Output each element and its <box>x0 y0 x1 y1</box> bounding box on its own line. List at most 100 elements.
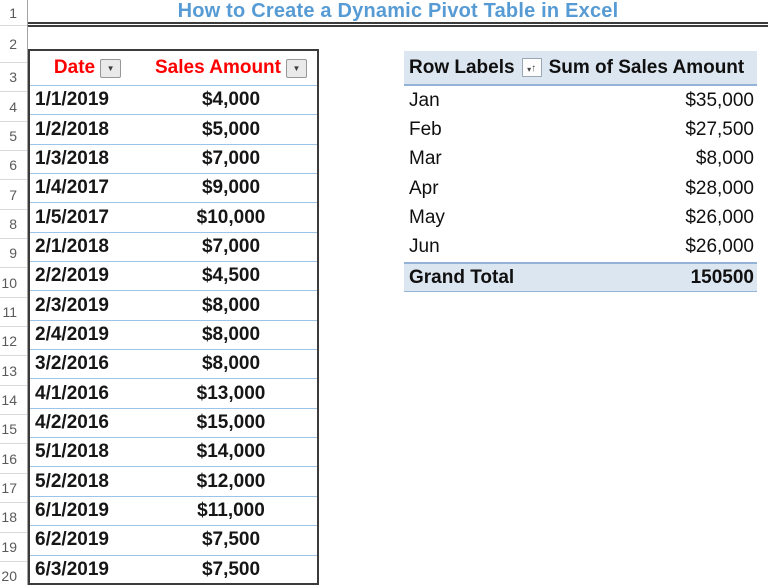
pivot-row-value-cell[interactable]: $26,000 <box>534 236 757 258</box>
date-cell[interactable]: 5/1/2018 <box>30 441 145 463</box>
pivot-row-label-cell[interactable]: Jan <box>404 90 534 112</box>
amount-cell[interactable]: $8,000 <box>145 324 317 346</box>
pivot-row-value-cell[interactable]: $27,500 <box>534 119 757 141</box>
date-header-cell[interactable]: Date ▼ <box>30 51 145 85</box>
pivot-row-value-cell[interactable]: $26,000 <box>534 207 757 229</box>
amount-cell[interactable]: $12,000 <box>145 471 317 493</box>
amount-cell[interactable]: $11,000 <box>145 500 317 522</box>
date-cell[interactable]: 4/1/2016 <box>30 383 145 405</box>
sort-ascending-icon: ↑ <box>531 64 536 74</box>
row-number[interactable]: 2 <box>0 26 27 63</box>
amount-cell[interactable]: $7,000 <box>145 236 317 258</box>
date-cell[interactable]: 2/1/2018 <box>30 236 145 258</box>
date-cell[interactable]: 1/1/2019 <box>30 89 145 111</box>
sales-amount-filter-button[interactable]: ▼ <box>286 59 307 78</box>
table-row: 6/3/2019 $7,500 <box>30 556 317 585</box>
pivot-row-label-cell[interactable]: Feb <box>404 119 534 141</box>
date-cell[interactable]: 6/2/2019 <box>30 529 145 551</box>
row-number[interactable]: 16 <box>0 444 27 473</box>
table-row: 6/2/2019 $7,500 <box>30 526 317 555</box>
row-number[interactable]: 12 <box>0 327 27 356</box>
date-cell[interactable]: 4/2/2016 <box>30 412 145 434</box>
sum-of-sales-header[interactable]: Sum of Sales Amount <box>549 57 745 79</box>
row-number[interactable]: 18 <box>0 503 27 532</box>
pivot-row-value-cell[interactable]: $35,000 <box>534 90 757 112</box>
row-number[interactable]: 4 <box>0 92 27 121</box>
row-number[interactable]: 5 <box>0 122 27 151</box>
amount-cell[interactable]: $10,000 <box>145 207 317 229</box>
row-labels-header[interactable]: Row Labels <box>409 57 515 79</box>
amount-cell[interactable]: $7,500 <box>145 529 317 551</box>
table-row: 1/3/2018 $7,000 <box>30 145 317 174</box>
pivot-row-label-cell[interactable]: May <box>404 207 534 229</box>
date-cell[interactable]: 5/2/2018 <box>30 471 145 493</box>
date-cell[interactable]: 1/2/2018 <box>30 119 145 141</box>
table-row: 2/2/2019 $4,500 <box>30 262 317 291</box>
pivot-row: Feb $27,500 <box>404 115 757 144</box>
table-row: 2/1/2018 $7,000 <box>30 233 317 262</box>
row-number[interactable]: 8 <box>0 210 27 239</box>
amount-cell[interactable]: $7,500 <box>145 559 317 581</box>
row-number[interactable]: 13 <box>0 356 27 385</box>
row-number[interactable]: 14 <box>0 386 27 415</box>
date-cell[interactable]: 6/3/2019 <box>30 559 145 581</box>
pivot-row: Jun $26,000 <box>404 233 757 262</box>
date-cell[interactable]: 2/2/2019 <box>30 265 145 287</box>
sales-amount-header-cell[interactable]: Sales Amount ▼ <box>145 51 317 85</box>
row-number[interactable]: 11 <box>0 298 27 327</box>
row-number[interactable]: 20 <box>0 562 27 585</box>
row-number[interactable]: 6 <box>0 151 27 180</box>
pivot-row-label-cell[interactable]: Jun <box>404 236 534 258</box>
excel-sheet: 1 2 3 4 5 6 7 8 9 10 11 12 13 14 15 <box>0 0 768 585</box>
row-labels-sort-filter-button[interactable]: ▾ ↑ <box>522 58 542 77</box>
pivot-header-row: Row Labels ▾ ↑ Sum of Sales Amount <box>404 51 757 86</box>
amount-cell[interactable]: $8,000 <box>145 295 317 317</box>
table-row: 1/5/2017 $10,000 <box>30 203 317 232</box>
grand-total-label-cell[interactable]: Grand Total <box>404 267 534 289</box>
amount-cell[interactable]: $5,000 <box>145 119 317 141</box>
pivot-row-label-cell[interactable]: Mar <box>404 148 534 170</box>
date-filter-button[interactable]: ▼ <box>100 59 121 78</box>
date-cell[interactable]: 6/1/2019 <box>30 500 145 522</box>
table-row: 1/1/2019 $4,000 <box>30 86 317 115</box>
data-table-header-row: Date ▼ Sales Amount ▼ <box>30 51 317 86</box>
amount-cell[interactable]: $15,000 <box>145 412 317 434</box>
date-cell[interactable]: 2/3/2019 <box>30 295 145 317</box>
pivot-row: Apr $28,000 <box>404 174 757 203</box>
pivot-row-value-cell[interactable]: $8,000 <box>534 148 757 170</box>
row-number[interactable]: 19 <box>0 533 27 562</box>
pivot-row-label-cell[interactable]: Apr <box>404 178 534 200</box>
table-row: 3/2/2016 $8,000 <box>30 350 317 379</box>
row-number[interactable]: 9 <box>0 239 27 268</box>
amount-cell[interactable]: $13,000 <box>145 383 317 405</box>
row-number[interactable]: 15 <box>0 415 27 444</box>
title-cell[interactable]: How to Create a Dynamic Pivot Table in E… <box>28 0 768 27</box>
table-row: 5/1/2018 $14,000 <box>30 438 317 467</box>
amount-cell[interactable]: $4,500 <box>145 265 317 287</box>
amount-cell[interactable]: $8,000 <box>145 353 317 375</box>
amount-cell[interactable]: $4,000 <box>145 89 317 111</box>
date-cell[interactable]: 1/4/2017 <box>30 177 145 199</box>
row-number[interactable]: 3 <box>0 63 27 92</box>
date-cell[interactable]: 2/4/2019 <box>30 324 145 346</box>
amount-cell[interactable]: $9,000 <box>145 177 317 199</box>
amount-cell[interactable]: $14,000 <box>145 441 317 463</box>
grand-total-value-cell[interactable]: 150500 <box>534 267 757 289</box>
table-row: 2/3/2019 $8,000 <box>30 291 317 320</box>
page-title: How to Create a Dynamic Pivot Table in E… <box>178 0 619 23</box>
pivot-row: Jan $35,000 <box>404 86 757 115</box>
row-number[interactable]: 17 <box>0 474 27 503</box>
date-cell[interactable]: 3/2/2016 <box>30 353 145 375</box>
pivot-table: Row Labels ▾ ↑ Sum of Sales Amount Jan $… <box>404 51 757 292</box>
pivot-row-value-cell[interactable]: $28,000 <box>534 178 757 200</box>
row-number[interactable]: 1 <box>0 0 27 26</box>
amount-cell[interactable]: $7,000 <box>145 148 317 170</box>
row-number[interactable]: 10 <box>0 268 27 297</box>
date-cell[interactable]: 1/5/2017 <box>30 207 145 229</box>
row-number[interactable]: 7 <box>0 180 27 209</box>
data-table-body: 1/1/2019 $4,000 1/2/2018 $5,000 1/3/2018… <box>30 86 317 585</box>
pivot-body: Jan $35,000 Feb $27,500 Mar $8,000 Apr $… <box>404 86 757 262</box>
source-data-table: Date ▼ Sales Amount ▼ 1/1/2019 $4,000 <box>28 49 319 585</box>
filter-dropdown-icon: ▼ <box>107 64 115 73</box>
date-cell[interactable]: 1/3/2018 <box>30 148 145 170</box>
